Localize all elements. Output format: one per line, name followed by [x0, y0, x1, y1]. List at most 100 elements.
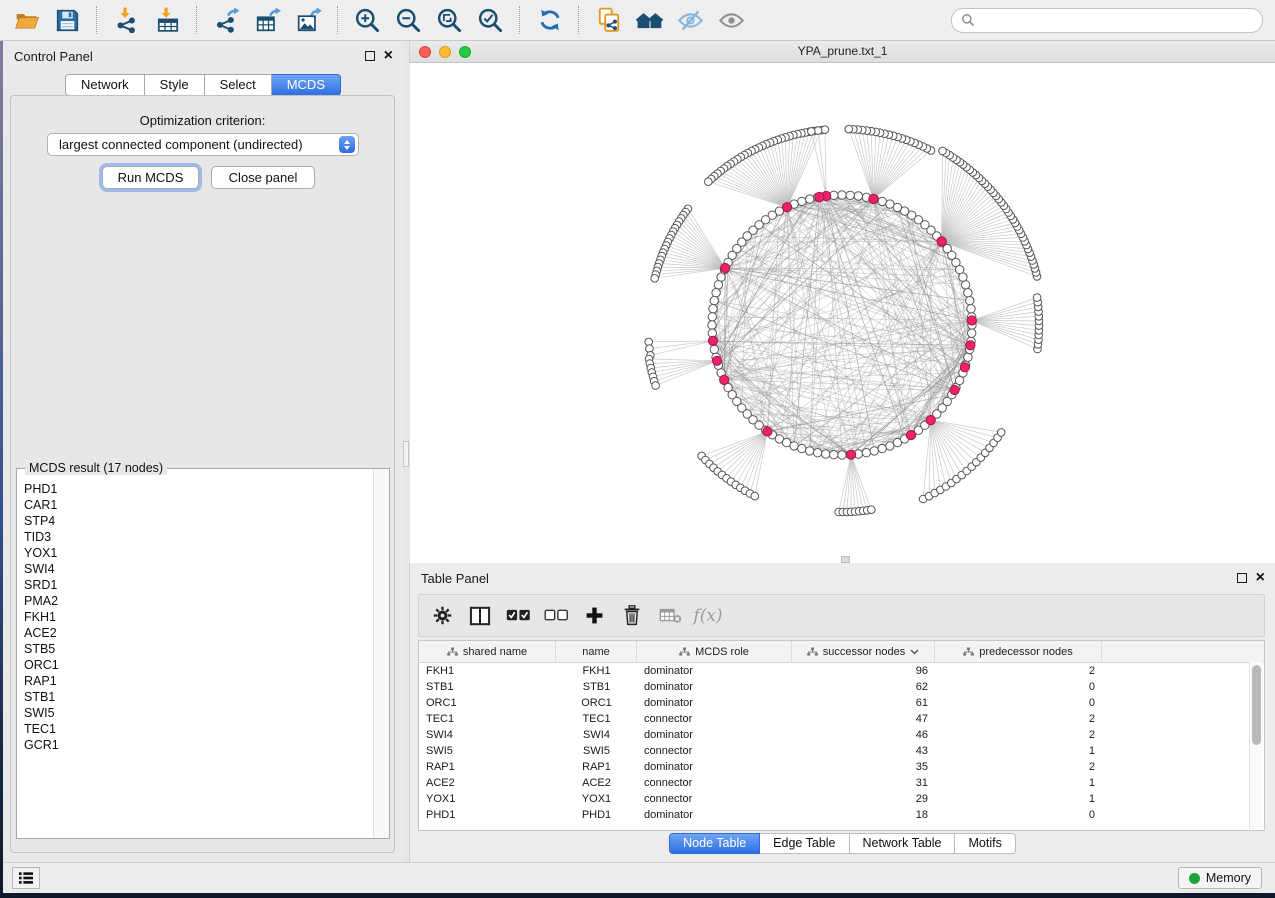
table-cell[interactable]: dominator	[637, 729, 792, 741]
mcds-result-item[interactable]: STB5	[17, 641, 374, 657]
table-row[interactable]: RAP1RAP1dominator352	[419, 759, 1264, 775]
table-cell[interactable]: SWI5	[556, 745, 637, 757]
table-cell[interactable]: TEC1	[556, 713, 637, 725]
table-cell[interactable]: 43	[792, 745, 935, 757]
memory-button[interactable]: Memory	[1178, 867, 1262, 889]
mcds-result-item[interactable]: STP4	[17, 513, 374, 529]
duplicate-network-button[interactable]	[592, 3, 625, 37]
table-cell[interactable]: 0	[935, 681, 1102, 693]
table-cell[interactable]: 2	[935, 729, 1102, 741]
table-scrollbar[interactable]	[1249, 662, 1263, 829]
add-column-button[interactable]	[575, 606, 613, 625]
mcds-result-list[interactable]: PHD1CAR1STP4TID3YOX1SWI4SRD1PMA2FKH1ACE2…	[17, 469, 374, 838]
tab-edge-table[interactable]: Edge Table	[760, 833, 849, 854]
mcds-result-item[interactable]: CAR1	[17, 497, 374, 513]
table-cell[interactable]: 62	[792, 681, 935, 693]
table-cell[interactable]: SWI4	[556, 729, 637, 741]
tab-network-table[interactable]: Network Table	[850, 833, 956, 854]
network-graph[interactable]	[410, 63, 1275, 563]
table-cell[interactable]: RAP1	[419, 761, 556, 773]
mcds-result-item[interactable]: FKH1	[17, 609, 374, 625]
close-icon[interactable]: ×	[384, 50, 393, 62]
table-cell[interactable]: 0	[935, 809, 1102, 821]
table-cell[interactable]: 96	[792, 665, 935, 677]
table-settings-button[interactable]	[423, 605, 461, 626]
zoom-fit-button[interactable]	[433, 3, 466, 37]
tab-motifs[interactable]: Motifs	[955, 833, 1015, 854]
unselect-all-columns-button[interactable]	[537, 608, 575, 623]
mcds-result-item[interactable]: SRD1	[17, 577, 374, 593]
table-cell[interactable]: dominator	[637, 809, 792, 821]
import-network-button[interactable]	[110, 3, 143, 37]
table-cell[interactable]: dominator	[637, 761, 792, 773]
table-cell[interactable]: PHD1	[419, 809, 556, 821]
table-cell[interactable]: 35	[792, 761, 935, 773]
mcds-result-item[interactable]: TEC1	[17, 721, 374, 737]
mcds-result-item[interactable]: GCR1	[17, 737, 374, 753]
table-row[interactable]: ACE2ACE2connector311	[419, 775, 1264, 791]
optimization-criterion-select[interactable]: largest connected component (undirected)	[47, 133, 359, 156]
table-row[interactable]: SWI4SWI4dominator462	[419, 727, 1264, 743]
mcds-result-item[interactable]: ORC1	[17, 657, 374, 673]
search-input[interactable]	[981, 12, 1253, 28]
tab-mcds[interactable]: MCDS	[272, 74, 341, 96]
table-row[interactable]: YOX1YOX1connector291	[419, 791, 1264, 807]
float-icon[interactable]	[365, 51, 375, 61]
table-cell[interactable]: SWI5	[419, 745, 556, 757]
table-cell[interactable]: ACE2	[419, 777, 556, 789]
network-window-titlebar[interactable]: YPA_prune.txt_1	[409, 41, 1275, 63]
tab-style[interactable]: Style	[145, 74, 205, 96]
minimize-window-icon[interactable]	[439, 46, 451, 58]
table-cell[interactable]: STB1	[419, 681, 556, 693]
table-cell[interactable]: PHD1	[556, 809, 637, 821]
maximize-window-icon[interactable]	[459, 46, 471, 58]
tab-node-table[interactable]: Node Table	[669, 833, 760, 854]
select-all-columns-button[interactable]	[499, 608, 537, 623]
zoom-out-button[interactable]	[392, 3, 425, 37]
table-cell[interactable]: ORC1	[556, 697, 637, 709]
search-box[interactable]	[951, 8, 1263, 33]
table-cell[interactable]: 47	[792, 713, 935, 725]
show-all-button[interactable]	[715, 3, 748, 37]
close-panel-button[interactable]: Close panel	[211, 166, 315, 189]
table-cell[interactable]: TEC1	[419, 713, 556, 725]
mcds-list-scrollbar[interactable]	[373, 469, 389, 838]
table-row[interactable]: FKH1FKH1dominator962	[419, 663, 1264, 679]
tab-select[interactable]: Select	[205, 74, 272, 96]
table-cell[interactable]: 1	[935, 793, 1102, 805]
export-image-button[interactable]	[292, 3, 325, 37]
table-cell[interactable]: YOX1	[419, 793, 556, 805]
table-cell[interactable]: 18	[792, 809, 935, 821]
mcds-result-item[interactable]: SWI5	[17, 705, 374, 721]
mcds-result-item[interactable]: RAP1	[17, 673, 374, 689]
table-scrollbar-thumb[interactable]	[1252, 665, 1261, 745]
table-row[interactable]: ORC1ORC1dominator610	[419, 695, 1264, 711]
close-window-icon[interactable]	[419, 46, 431, 58]
mcds-result-item[interactable]: PMA2	[17, 593, 374, 609]
node-table[interactable]: shared namenameMCDS rolesuccessor nodesp…	[418, 640, 1265, 831]
close-icon[interactable]: ×	[1256, 572, 1265, 584]
apply-layout-button[interactable]	[533, 3, 566, 37]
column-header-successor-nodes[interactable]: successor nodes	[792, 641, 935, 662]
delete-column-button[interactable]	[613, 605, 651, 626]
table-cell[interactable]: ORC1	[419, 697, 556, 709]
table-cell[interactable]: ACE2	[556, 777, 637, 789]
mcds-result-item[interactable]: YOX1	[17, 545, 374, 561]
column-header-MCDS-role[interactable]: MCDS role	[637, 641, 792, 662]
table-cell[interactable]: 2	[935, 761, 1102, 773]
table-row[interactable]: SWI5SWI5connector431	[419, 743, 1264, 759]
table-cell[interactable]: 46	[792, 729, 935, 741]
table-cell[interactable]: dominator	[637, 681, 792, 693]
mcds-result-item[interactable]: SWI4	[17, 561, 374, 577]
mcds-result-item[interactable]: PHD1	[17, 481, 374, 497]
table-cell[interactable]: YOX1	[556, 793, 637, 805]
hide-selected-button[interactable]	[674, 3, 707, 37]
mcds-result-item[interactable]: TID3	[17, 529, 374, 545]
table-cell[interactable]: 2	[935, 665, 1102, 677]
float-icon[interactable]	[1237, 573, 1247, 583]
table-cell[interactable]: SWI4	[419, 729, 556, 741]
first-neighbors-button[interactable]	[633, 3, 666, 37]
canvas-splitter-handle[interactable]	[841, 556, 850, 563]
table-cell[interactable]: connector	[637, 745, 792, 757]
column-header-predecessor-nodes[interactable]: predecessor nodes	[935, 641, 1102, 662]
